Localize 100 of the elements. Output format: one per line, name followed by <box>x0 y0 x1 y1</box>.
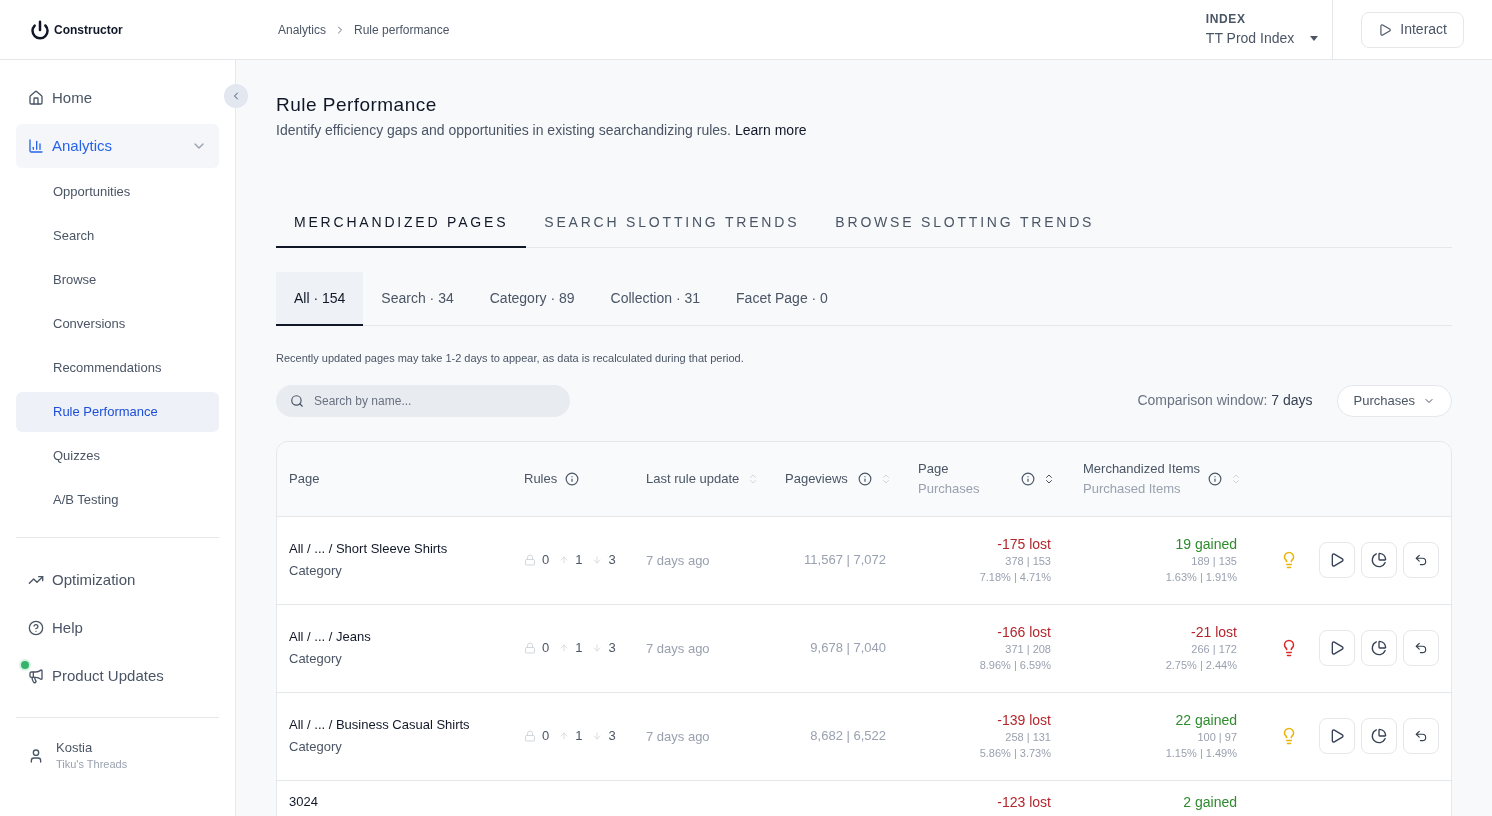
chart-button[interactable] <box>1361 718 1397 754</box>
column-header: Page <box>918 459 950 478</box>
undo-button[interactable] <box>1403 542 1439 578</box>
play-button[interactable] <box>1319 542 1355 578</box>
column-header: Page <box>289 469 320 488</box>
metric-dropdown[interactable]: Purchases <box>1336 384 1452 417</box>
rule-count: 3 <box>608 551 616 570</box>
column-subheader: Purchases <box>918 479 980 498</box>
metric-delta: -21 lost <box>1191 623 1237 641</box>
play-icon <box>1378 22 1393 37</box>
metric-delta: -175 lost <box>997 535 1051 553</box>
main-tab[interactable]: SEARCH SLOTTING TRENDS <box>526 198 818 248</box>
undo-button[interactable] <box>1403 718 1439 754</box>
sidebar-subitem[interactable]: Search <box>16 216 219 256</box>
pageviews: 11,567 | 7,072 <box>804 551 886 570</box>
undo-button[interactable] <box>1403 630 1439 666</box>
page-name[interactable]: 3024 <box>289 790 524 813</box>
arrow-up-icon <box>559 643 570 653</box>
sidebar-subitem[interactable]: A/B Testing <box>16 480 219 520</box>
comparison-value: 7 days <box>1271 391 1313 410</box>
sidebar-subitem[interactable]: Quizzes <box>16 436 219 476</box>
metric-rates: 5.86% | 3.73% <box>979 746 1051 761</box>
main-tab[interactable]: MERCHANDIZED PAGES <box>276 198 527 248</box>
metric-counts: 189 | 135 <box>1191 554 1237 569</box>
filter-tab[interactable]: All · 154 <box>276 272 364 326</box>
metric-rates: 2.75% | 2.44% <box>1165 658 1237 673</box>
page-title: Rule Performance <box>276 93 438 117</box>
play-button[interactable] <box>1319 718 1355 754</box>
metric-rates: 1.63% | 1.91% <box>1165 570 1237 585</box>
pie-chart-icon <box>1371 640 1387 656</box>
rule-count: 3 <box>608 727 616 746</box>
pageviews: 9,678 | 7,040 <box>810 639 886 658</box>
index-dropdown[interactable]: TT Prod Index <box>1205 28 1319 49</box>
search-field[interactable]: Search by name... <box>276 384 570 417</box>
interact-button[interactable]: Interact <box>1361 11 1464 48</box>
sort-icon[interactable] <box>1043 472 1055 485</box>
info-icon[interactable] <box>1021 471 1035 486</box>
metric-rates: 1.15% | 1.49% <box>1165 746 1237 761</box>
caret-down-icon <box>1310 36 1319 41</box>
sidebar-item[interactable]: Help <box>16 604 219 652</box>
info-icon[interactable] <box>565 471 580 486</box>
last-update: 7 days ago <box>646 729 710 744</box>
pageviews: 8,682 | 6,522 <box>810 727 886 746</box>
chart-button[interactable] <box>1361 630 1397 666</box>
sidebar-item[interactable]: Analytics <box>16 124 219 168</box>
metric-counts: 371 | 208 <box>1005 642 1051 657</box>
page-name[interactable]: All / ... / Jeans <box>289 626 524 648</box>
arrow-up-icon <box>559 731 570 741</box>
sidebar-item[interactable]: Home <box>16 76 219 120</box>
filter-tab[interactable]: Search · 34 <box>363 272 472 326</box>
metric-counts: 378 | 153 <box>1005 554 1051 569</box>
sidebar-subitem[interactable]: Recommendations <box>16 348 219 388</box>
arrow-down-icon <box>592 731 603 741</box>
column-header: Last rule update <box>646 469 740 488</box>
undo-icon <box>1414 553 1428 567</box>
page-name[interactable]: All / ... / Business Casual Shirts <box>289 714 524 736</box>
chart-button[interactable] <box>1361 542 1397 578</box>
pie-chart-icon <box>1371 728 1387 744</box>
metric-delta: -123 lost <box>997 792 1051 811</box>
metric-rates: 8.96% | 6.59% <box>979 658 1051 673</box>
play-icon <box>1329 552 1345 568</box>
undo-icon <box>1414 641 1428 655</box>
help-icon <box>28 620 44 636</box>
sidebar-item[interactable]: Product Updates <box>16 652 219 700</box>
sidebar-subitem[interactable]: Opportunities <box>16 172 219 212</box>
sidebar-subitem[interactable]: Rule Performance <box>16 392 219 432</box>
column-subheader: Purchased Items <box>1083 479 1182 498</box>
page-type: Category <box>289 562 343 580</box>
metric-delta: -139 lost <box>997 711 1051 729</box>
comparison-label: Comparison window: <box>1137 391 1268 410</box>
filter-tab[interactable]: Category · 89 <box>471 272 593 326</box>
play-icon <box>1329 640 1345 656</box>
play-icon <box>1329 728 1345 744</box>
info-icon[interactable] <box>858 471 872 486</box>
bar-chart-icon <box>28 138 44 154</box>
main-tab[interactable]: BROWSE SLOTTING TRENDS <box>817 198 1113 248</box>
lock-icon <box>524 642 536 654</box>
play-button[interactable] <box>1319 630 1355 666</box>
sidebar-item[interactable]: Optimization <box>16 556 219 604</box>
filter-tab[interactable]: Collection · 31 <box>592 272 719 326</box>
arrow-down-icon <box>592 643 603 653</box>
metric-delta: 2 gained <box>1183 792 1237 811</box>
learn-more-link[interactable]: Learn more <box>735 120 807 141</box>
filter-tab[interactable]: Facet Page · 0 <box>718 272 846 326</box>
arrow-down-icon <box>592 555 603 565</box>
home-icon <box>28 90 44 106</box>
logo-text: Constructor <box>54 21 123 39</box>
rule-count: 1 <box>575 727 583 746</box>
lock-icon <box>524 730 536 742</box>
rule-count: 0 <box>542 639 550 658</box>
user-name: Kostia <box>56 740 94 756</box>
breadcrumb-item[interactable]: Analytics <box>278 20 327 39</box>
sidebar-subitem[interactable]: Browse <box>16 260 219 300</box>
last-update: 7 days ago <box>646 641 710 656</box>
sidebar-subitem[interactable]: Conversions <box>16 304 219 344</box>
info-icon[interactable] <box>1208 471 1223 486</box>
search-icon <box>290 393 304 408</box>
rule-count: 3 <box>608 639 616 658</box>
column-header: Pageviews <box>785 469 848 488</box>
page-name[interactable]: All / ... / Short Sleeve Shirts <box>289 538 524 560</box>
